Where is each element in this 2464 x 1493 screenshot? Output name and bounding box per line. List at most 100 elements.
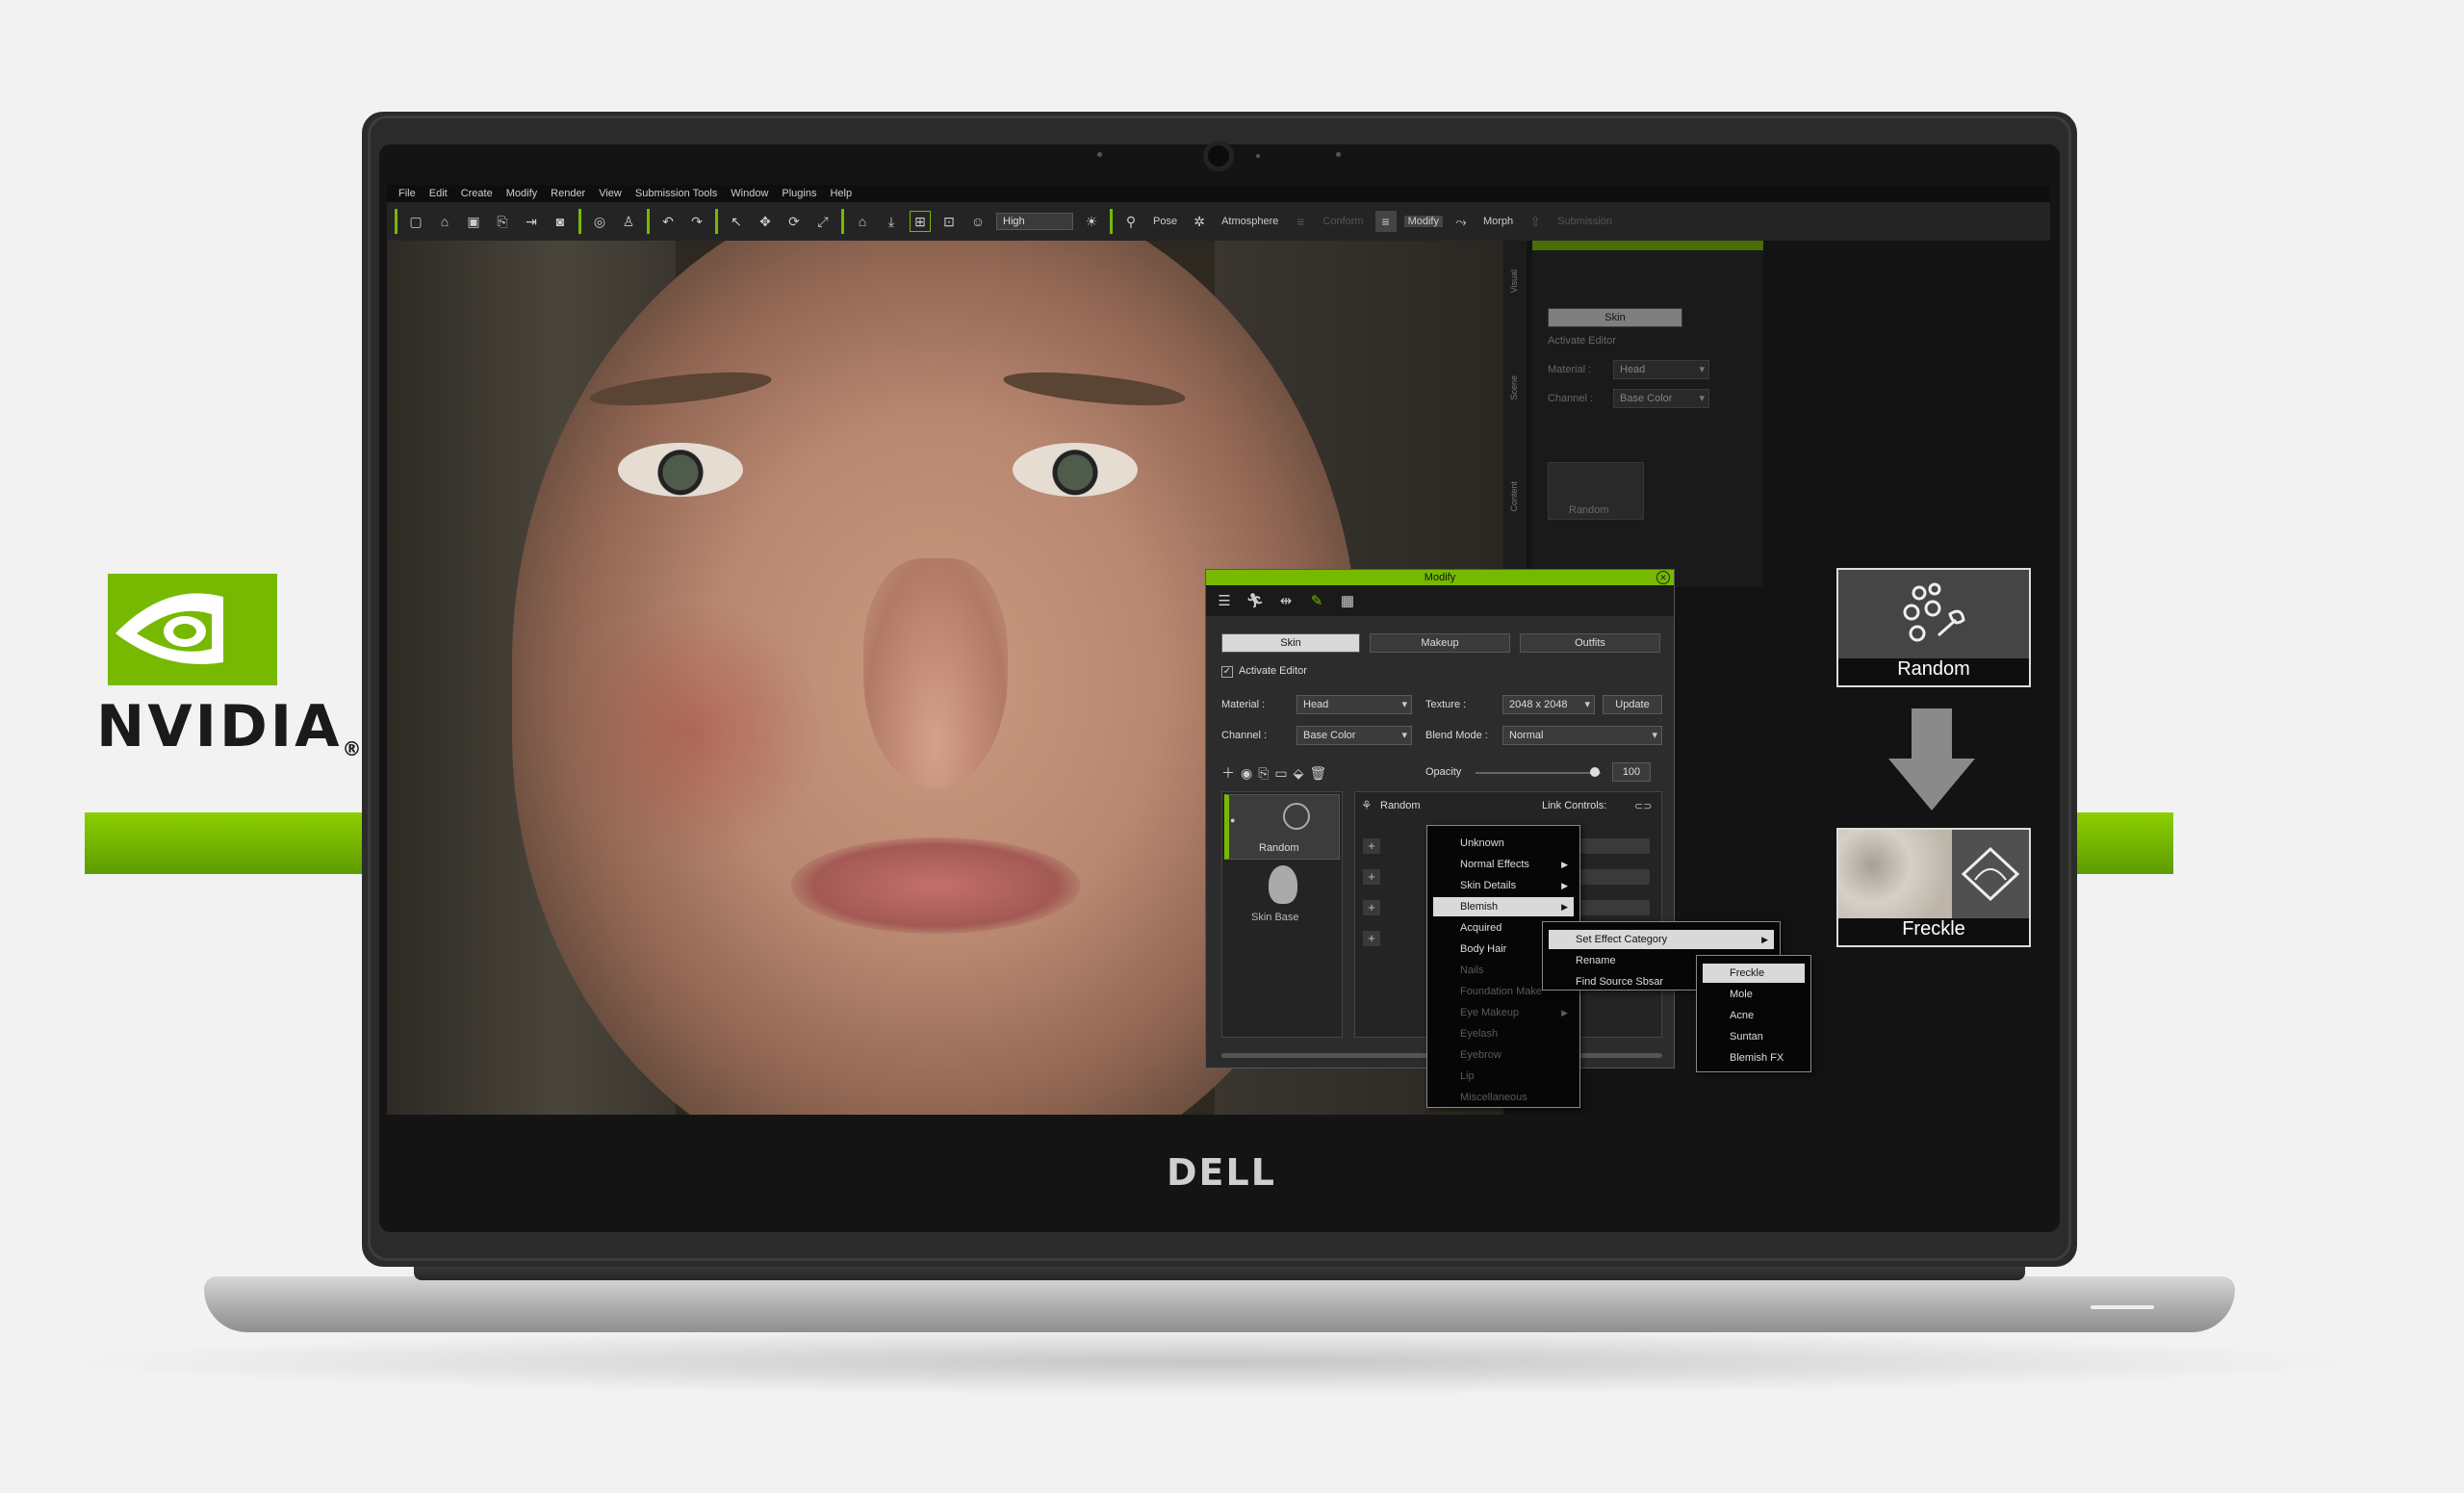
add-layer-icon[interactable]: ＋ xyxy=(1221,763,1235,783)
menu-help[interactable]: Help xyxy=(830,188,852,199)
submission-button[interactable]: Submission xyxy=(1553,216,1616,227)
menu_blemish-item[interactable]: Acne xyxy=(1703,1006,1805,1025)
move-icon[interactable]: ✥ xyxy=(755,211,776,232)
open-folder-icon[interactable]: ⌂ xyxy=(434,211,455,232)
copy-icon[interactable]: ⎘ xyxy=(1258,765,1269,782)
eye-icon[interactable]: ● xyxy=(1230,815,1235,825)
tab-content[interactable]: Content xyxy=(1509,481,1519,512)
adjust-icon[interactable]: ⇹ xyxy=(1273,588,1298,613)
menu_category-item[interactable]: Lip xyxy=(1433,1067,1574,1086)
random-effect-icon xyxy=(1903,582,1965,642)
select-icon[interactable]: ↖ xyxy=(726,211,747,232)
menu-plugins[interactable]: Plugins xyxy=(782,188,816,199)
rotate-icon[interactable]: ⟳ xyxy=(783,211,805,232)
activate-editor-checkbox[interactable]: ✓ xyxy=(1221,666,1233,678)
home-view-icon[interactable]: ⌂ xyxy=(852,211,873,232)
menu_category-item[interactable]: Unknown xyxy=(1433,834,1574,853)
opacity-slider[interactable] xyxy=(1476,772,1601,774)
tab-outfits[interactable]: Outfits xyxy=(1520,633,1660,653)
menu_blemish-item[interactable]: Freckle xyxy=(1703,964,1805,983)
expand-icon[interactable]: + xyxy=(1363,931,1380,946)
menu_category-item[interactable]: Eye Makeup ▶ xyxy=(1433,1003,1574,1022)
background-modify-panel: Skin Activate Editor Material : Head Cha… xyxy=(1532,241,1763,587)
menu-modify[interactable]: Modify xyxy=(506,188,537,199)
motion-icon[interactable]: 🏃︎ xyxy=(1243,588,1268,613)
link-icon[interactable]: ⊂⊃ xyxy=(1634,800,1652,812)
tab-makeup[interactable]: Makeup xyxy=(1370,633,1510,653)
new-file-icon[interactable]: ▢ xyxy=(405,211,426,232)
atmosphere-button[interactable]: Atmosphere xyxy=(1218,216,1282,227)
image-icon[interactable]: ▭ xyxy=(1274,765,1287,782)
texture-select[interactable]: 2048 x 2048 xyxy=(1502,695,1595,714)
expand-icon[interactable]: + xyxy=(1363,838,1380,854)
redo-icon[interactable]: ↷ xyxy=(686,211,707,232)
freckle-texture-swatch xyxy=(1838,830,1952,918)
menu-edit[interactable]: Edit xyxy=(429,188,448,199)
nvidia-eye-icon xyxy=(108,574,277,685)
menu_blemish-item[interactable]: Suntan xyxy=(1703,1027,1805,1046)
conform-button[interactable]: Conform xyxy=(1319,216,1367,227)
render-icon[interactable]: ◙ xyxy=(550,211,571,232)
grid-icon[interactable]: ⊡ xyxy=(938,211,960,232)
tab-visual[interactable]: Visual xyxy=(1509,270,1519,293)
export-icon[interactable]: ⇥ xyxy=(521,211,542,232)
menu-submission-tools[interactable]: Submission Tools xyxy=(635,188,717,199)
quality-select[interactable]: High xyxy=(996,213,1073,230)
tab-skin[interactable]: Skin xyxy=(1221,633,1360,653)
scale-icon[interactable]: ⤢ xyxy=(812,211,834,232)
menu_blemish-item[interactable]: Mole xyxy=(1703,985,1805,1004)
menu_effect-item[interactable]: Set Effect Category ▶ xyxy=(1549,930,1774,949)
skin-icon[interactable]: ✎ xyxy=(1304,588,1329,613)
material-select[interactable]: Head xyxy=(1296,695,1412,714)
close-icon[interactable]: ✕ xyxy=(1656,571,1670,584)
opacity-value[interactable]: 100 xyxy=(1612,762,1651,782)
menu-view[interactable]: View xyxy=(599,188,622,199)
drop-icon[interactable]: ⤓ xyxy=(881,211,902,232)
undo-icon[interactable]: ↶ xyxy=(657,211,679,232)
menu-render[interactable]: Render xyxy=(551,188,585,199)
menu_blemish-item[interactable]: Blemish FX xyxy=(1703,1048,1805,1068)
sliders-icon[interactable]: ☰ xyxy=(1212,588,1237,613)
character-icon[interactable]: ♙ xyxy=(618,211,639,232)
menu_category-item[interactable]: Blemish ▶ xyxy=(1433,897,1574,916)
import-icon[interactable]: ⎘ xyxy=(492,211,513,232)
expand-icon[interactable]: + xyxy=(1363,869,1380,885)
checker-icon[interactable]: ▦ xyxy=(1335,588,1360,613)
update-button[interactable]: Update xyxy=(1603,695,1662,714)
toolbar-separator xyxy=(841,209,844,234)
morph-button[interactable]: Morph xyxy=(1479,216,1517,227)
modify-button[interactable]: Modify xyxy=(1403,216,1443,227)
pose-button[interactable]: Pose xyxy=(1149,216,1181,227)
light-icon[interactable]: ☀ xyxy=(1081,211,1102,232)
dock-vertical-tabs: Visual Scene Content xyxy=(1503,241,1527,626)
menu_category-item-label: Eyelash xyxy=(1460,1028,1499,1040)
menu-bar: File Edit Create Modify Render View Subm… xyxy=(387,185,2050,202)
face-icon[interactable]: ☺ xyxy=(967,211,988,232)
expand-icon[interactable]: + xyxy=(1363,900,1380,915)
nvidia-wordmark: NVIDIA® xyxy=(96,693,365,760)
ghost-channel-select: Base Color xyxy=(1613,389,1709,408)
camera-icon[interactable]: ◎ xyxy=(589,211,610,232)
menu-create[interactable]: Create xyxy=(461,188,493,199)
save-icon[interactable]: ▣ xyxy=(463,211,484,232)
menu_category-item[interactable]: Eyebrow xyxy=(1433,1045,1574,1065)
menu_category-item-label: Eyebrow xyxy=(1460,1049,1502,1061)
callout-freckle-label: Freckle xyxy=(1838,918,2029,945)
blend-mode-select[interactable]: Normal xyxy=(1502,726,1662,745)
menu_category-item[interactable]: Miscellaneous xyxy=(1433,1088,1574,1107)
menu_category-item[interactable]: Eyelash xyxy=(1433,1024,1574,1043)
menu_category-item[interactable]: Normal Effects ▶ xyxy=(1433,855,1574,874)
frame-icon[interactable]: ⊞ xyxy=(910,211,931,232)
tab-scene[interactable]: Scene xyxy=(1509,375,1519,400)
layer-skin-base-label[interactable]: Skin Base xyxy=(1251,912,1299,923)
channel-select[interactable]: Base Color xyxy=(1296,726,1412,745)
submenu-arrow-icon: ▶ xyxy=(1561,881,1568,890)
menu-window[interactable]: Window xyxy=(731,188,768,199)
menu_category-item-label: Unknown xyxy=(1460,837,1504,849)
trash-icon[interactable]: 🗑︎ xyxy=(1309,765,1326,782)
visibility-icon[interactable]: ◉ xyxy=(1241,765,1252,782)
fill-icon[interactable]: ⬙ xyxy=(1294,765,1304,782)
menu-file[interactable]: File xyxy=(398,188,416,199)
menu_category-item[interactable]: Skin Details ▶ xyxy=(1433,876,1574,895)
opacity-slider-knob[interactable] xyxy=(1589,767,1600,777)
